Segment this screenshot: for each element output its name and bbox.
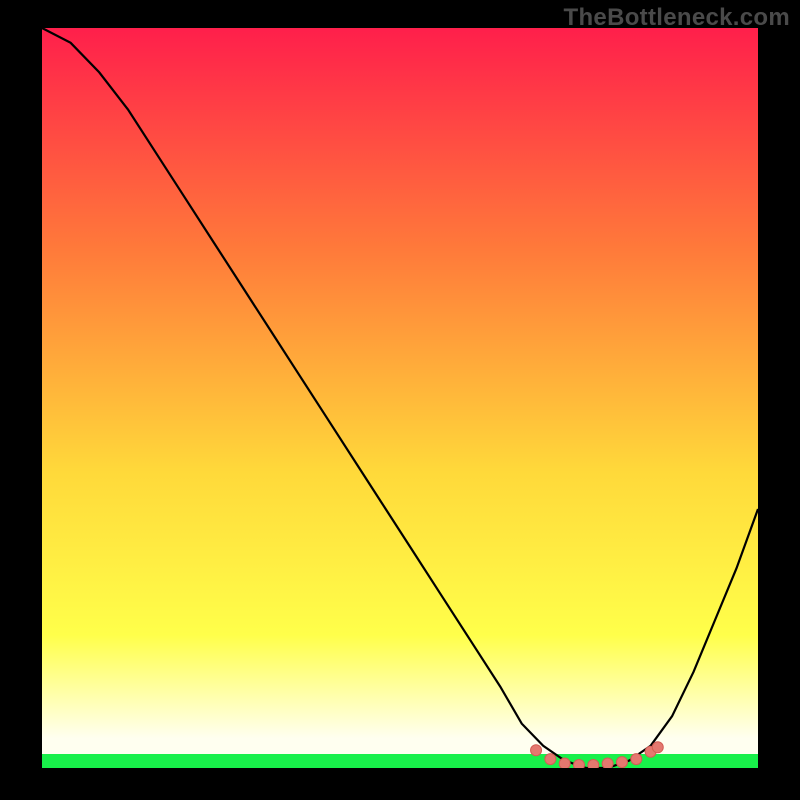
optimal-marker bbox=[545, 754, 556, 765]
chart-svg bbox=[42, 28, 758, 768]
optimal-marker bbox=[531, 745, 542, 756]
plot-area bbox=[42, 28, 758, 768]
optimal-marker bbox=[588, 760, 599, 768]
watermark-text: TheBottleneck.com bbox=[564, 4, 790, 32]
optimal-marker bbox=[652, 742, 663, 753]
optimal-marker bbox=[616, 757, 627, 768]
optimal-marker bbox=[559, 758, 570, 768]
optimal-marker bbox=[602, 758, 613, 768]
optimal-marker bbox=[631, 754, 642, 765]
chart-container: TheBottleneck.com bbox=[0, 0, 800, 800]
optimal-marker bbox=[574, 760, 585, 768]
gradient-background bbox=[42, 28, 758, 768]
